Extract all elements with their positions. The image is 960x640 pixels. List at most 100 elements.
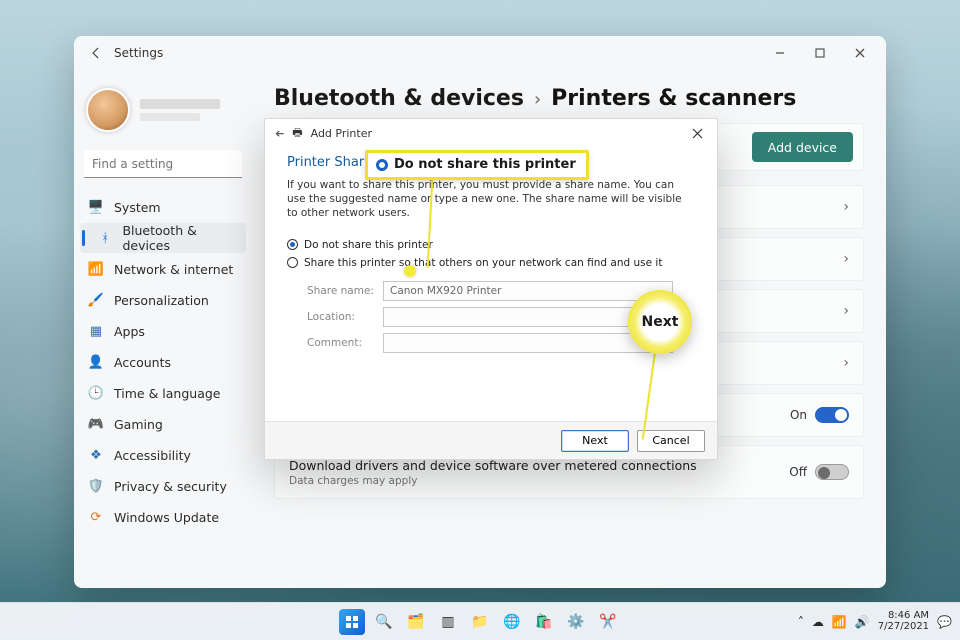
avatar <box>86 88 130 132</box>
nav-icon: ᚼ <box>98 230 113 246</box>
profile-name-placeholder <box>140 99 220 109</box>
radio-label: Do not share this printer <box>304 239 433 251</box>
field-label: Share name: <box>287 285 383 297</box>
field-label: Comment: <box>287 337 383 349</box>
radio-icon <box>287 257 298 268</box>
printer-icon: 🖶 <box>292 124 302 143</box>
taskbar: 🔍 🗂️ ▥ 📁 🌐 🛍️ ⚙️ ✂️ ˄ ☁︎ 📶 🔊 8:46 AM 7/2… <box>0 602 960 640</box>
dialog-close-button[interactable] <box>683 121 711 145</box>
nav-label: Time & language <box>114 386 220 401</box>
notifications-icon[interactable]: 💬 <box>937 615 952 629</box>
dialog-footer: Next Cancel <box>265 421 717 459</box>
volume-icon[interactable]: 🔊 <box>855 615 870 629</box>
dialog-back-button[interactable]: ➔ <box>275 127 284 140</box>
sidebar-item-personalization[interactable]: 🖌️ Personalization <box>80 285 246 315</box>
tray-chevron-icon[interactable]: ˄ <box>798 615 804 629</box>
radio-icon <box>287 239 298 250</box>
chevron-right-icon: › <box>843 303 849 319</box>
sidebar-item-network-internet[interactable]: 📶 Network & internet <box>80 254 246 284</box>
search-input[interactable] <box>84 150 242 178</box>
window-titlebar: Settings <box>74 36 886 70</box>
window-close-button[interactable] <box>840 38 880 68</box>
annotation-callout-no-share: Do not share this printer <box>365 150 589 180</box>
nav-icon: ▦ <box>88 323 104 339</box>
search-icon[interactable]: 🔍 <box>371 609 397 635</box>
settings-icon[interactable]: ⚙️ <box>563 609 589 635</box>
breadcrumb-current: Printers & scanners <box>551 86 796 111</box>
dialog-titlebar: ➔ 🖶 Add Printer <box>265 119 717 147</box>
nav-icon: 👤 <box>88 354 104 370</box>
sidebar-item-accessibility[interactable]: ❖Accessibility <box>80 440 246 470</box>
row-sublabel: Data charges may apply <box>289 475 697 487</box>
window-minimize-button[interactable] <box>760 38 800 68</box>
chevron-right-icon: › <box>843 355 849 371</box>
annotation-callout-next: Next <box>628 290 692 354</box>
wifi-icon[interactable]: 📶 <box>832 615 847 629</box>
nav-icon: 🖌️ <box>88 292 104 308</box>
task-view-icon[interactable]: 🗂️ <box>403 609 429 635</box>
nav-label: Network & internet <box>114 262 233 277</box>
start-button[interactable] <box>339 609 365 635</box>
radio-ring-icon <box>376 159 388 171</box>
nav-label: Windows Update <box>114 510 219 525</box>
sidebar: 🖥️ Systemᚼ Bluetooth & devices 📶 Network & i… <box>74 70 252 588</box>
sidebar-item-windows-update[interactable]: ⟳ Windows Update <box>80 502 246 532</box>
taskbar-center: 🔍 🗂️ ▥ 📁 🌐 🛍️ ⚙️ ✂️ <box>339 609 621 635</box>
dialog-description: If you want to share this printer, you m… <box>287 178 695 221</box>
annotation-text: Do not share this printer <box>394 157 576 172</box>
system-tray[interactable]: ˄ ☁︎ 📶 🔊 8:46 AM 7/27/2021 💬 <box>798 611 952 632</box>
toggle-switch[interactable] <box>815 407 849 423</box>
profile-block[interactable] <box>80 78 246 146</box>
radio-do-not-share[interactable]: Do not share this printer <box>287 239 695 251</box>
nav-label: Accounts <box>114 355 171 370</box>
radio-label: Share this printer so that others on you… <box>304 257 662 269</box>
add-device-button[interactable]: Add device <box>752 132 853 162</box>
nav-label: Privacy & security <box>114 479 227 494</box>
radio-share[interactable]: Share this printer so that others on you… <box>287 257 695 269</box>
sidebar-item-time-language[interactable]: 🕒 Time & language <box>80 378 246 408</box>
nav-icon: 🕒 <box>88 385 104 401</box>
nav-label: Accessibility <box>114 448 191 463</box>
window-maximize-button[interactable] <box>800 38 840 68</box>
clock-date: 7/27/2021 <box>878 622 929 633</box>
breadcrumb: Bluetooth & devices › Printers & scanner… <box>274 86 864 111</box>
sidebar-item-apps[interactable]: ▦ Apps <box>80 316 246 346</box>
next-button[interactable]: Next <box>561 430 629 452</box>
back-button[interactable] <box>80 37 112 69</box>
sidebar-item-gaming[interactable]: 🎮Gaming <box>80 409 246 439</box>
share-name-input[interactable] <box>383 281 673 301</box>
sidebar-item-system[interactable]: 🖥️ System <box>80 192 246 222</box>
nav-icon: 🛡️ <box>88 478 104 494</box>
annotation-text: Next <box>642 314 679 330</box>
sidebar-nav: 🖥️ Systemᚼ Bluetooth & devices 📶 Network & i… <box>80 192 246 532</box>
nav-label: Personalization <box>114 293 209 308</box>
nav-icon: ⟳ <box>88 509 104 525</box>
sidebar-item-bluetooth-devices[interactable]: ᚼ Bluetooth & devices <box>80 223 246 253</box>
breadcrumb-parent[interactable]: Bluetooth & devices <box>274 86 524 111</box>
store-icon[interactable]: 🛍️ <box>531 609 557 635</box>
onedrive-icon[interactable]: ☁︎ <box>812 615 824 629</box>
explorer-icon[interactable]: 📁 <box>467 609 493 635</box>
clock-time: 8:46 AM <box>888 611 929 622</box>
taskbar-clock[interactable]: 8:46 AM 7/27/2021 <box>878 611 929 632</box>
chevron-right-icon: › <box>843 251 849 267</box>
sidebar-search[interactable] <box>84 150 242 178</box>
nav-icon: 🖥️ <box>88 199 104 215</box>
toggle-switch[interactable] <box>815 464 849 480</box>
nav-label: System <box>114 200 161 215</box>
nav-label: Apps <box>114 324 145 339</box>
annotation-dot <box>404 265 416 277</box>
cancel-button[interactable]: Cancel <box>637 430 705 452</box>
dialog-title: Add Printer <box>311 127 372 140</box>
widgets-icon[interactable]: ▥ <box>435 609 461 635</box>
sidebar-item-accounts[interactable]: 👤 Accounts <box>80 347 246 377</box>
edge-icon[interactable]: 🌐 <box>499 609 525 635</box>
snip-icon[interactable]: ✂️ <box>595 609 621 635</box>
chevron-right-icon: › <box>843 199 849 215</box>
comment-input[interactable] <box>383 333 673 353</box>
nav-icon: 📶 <box>88 261 104 277</box>
nav-label: Bluetooth & devices <box>122 223 238 253</box>
toggle-state: Off <box>789 465 807 479</box>
chevron-right-icon: › <box>534 89 541 110</box>
sidebar-item-privacy-security[interactable]: 🛡️ Privacy & security <box>80 471 246 501</box>
